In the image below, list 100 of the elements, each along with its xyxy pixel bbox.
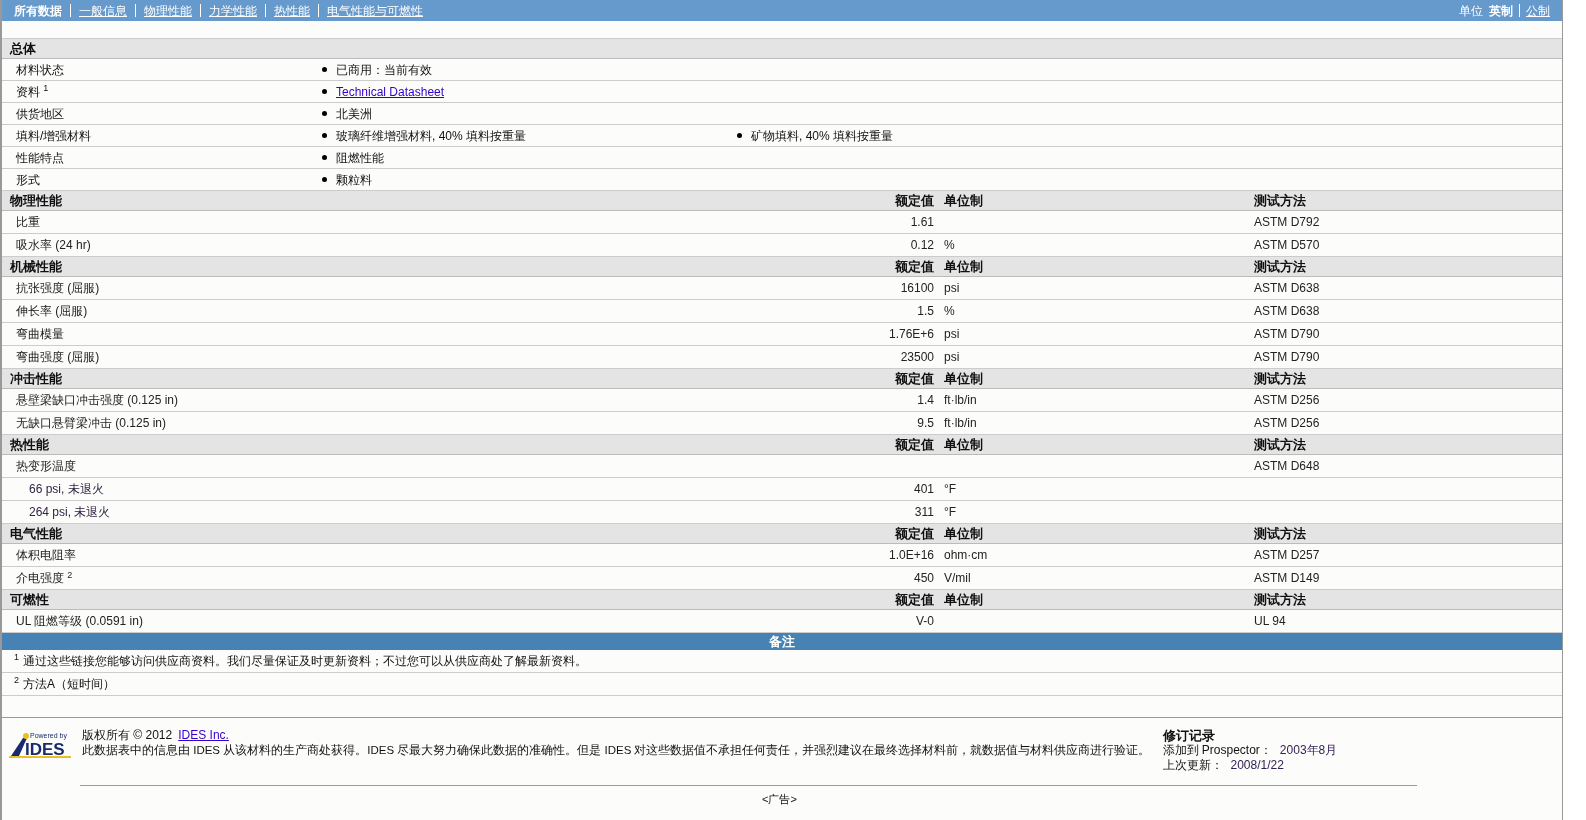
unit-text: psi <box>943 349 961 366</box>
property-value: 1.5 <box>916 303 935 320</box>
property-label: 悬壁梁缺口冲击强度 (0.125 in) <box>15 392 180 409</box>
section-title: 可燃性 <box>9 591 50 609</box>
bullet-icon <box>322 89 327 94</box>
property-value: 1.76E+6 <box>887 326 935 343</box>
bullet-icon <box>322 177 327 182</box>
test-method: ASTM D790 <box>1253 326 1321 343</box>
property-value: 450 <box>912 570 935 587</box>
property-value: 16100 <box>899 280 935 297</box>
unit-text: ft·lb/in <box>943 392 978 409</box>
column-header: 测试方法 <box>1253 192 1307 210</box>
column-header: 测试方法 <box>1253 591 1307 609</box>
section-title: 总体 <box>8 40 37 58</box>
property-label: 形式 <box>15 171 41 189</box>
bullet-icon <box>737 133 742 138</box>
column-header: 单位制 <box>943 258 984 276</box>
nav-tab[interactable]: 物理性能 <box>144 1 192 20</box>
property-label: 无缺口悬臂梁冲击 (0.125 in) <box>15 415 168 432</box>
property-label: 伸长率 (屈服) <box>15 303 89 320</box>
unit-text: % <box>943 237 956 254</box>
bullet-icon <box>322 111 327 116</box>
property-value: 311 <box>913 504 935 521</box>
test-method: ASTM D256 <box>1253 392 1321 409</box>
test-method: ASTM D638 <box>1253 303 1321 320</box>
test-method: ASTM D648 <box>1253 458 1321 475</box>
bullet-icon <box>322 67 327 72</box>
column-header: 额定值 <box>894 436 935 454</box>
column-header: 额定值 <box>894 192 935 210</box>
test-method: ASTM D792 <box>1253 214 1321 231</box>
property-label: 264 psi, 未退火 <box>28 504 112 521</box>
nav-tab[interactable]: 热性能 <box>274 1 310 20</box>
nav-tab[interactable]: 电气性能与可燃性 <box>327 1 423 20</box>
property-value: 1.0E+16 <box>887 547 935 564</box>
property-label: 比重 <box>15 214 41 231</box>
ad-label: <广告> <box>762 792 797 807</box>
property-label: 抗张强度 (屈服) <box>15 280 101 297</box>
column-header: 单位制 <box>943 525 984 543</box>
property-label: 性能特点 <box>15 149 65 167</box>
property-label: 介电强度 $^{2}$ <box>15 569 74 587</box>
test-method: ASTM D256 <box>1253 415 1321 432</box>
column-header: 单位制 <box>943 591 984 609</box>
column-header: 额定值 <box>894 591 935 609</box>
unit-option[interactable]: 公制 <box>1526 1 1550 20</box>
property-value: 1.4 <box>916 392 935 409</box>
units-label: 单位 <box>1459 2 1483 20</box>
column-header: 单位制 <box>943 436 984 454</box>
copyright-text: 版权所有 © 2012 <box>82 728 173 743</box>
unit-text: psi <box>943 280 961 297</box>
section-title: 冲击性能 <box>9 370 63 388</box>
column-header: 额定值 <box>894 258 935 276</box>
unit-text: V/mil <box>943 570 972 587</box>
test-method: UL 94 <box>1253 613 1287 630</box>
nav-tab[interactable]: 一般信息 <box>79 1 127 20</box>
added-label: 添加到 Prospector： <box>1162 743 1272 758</box>
section-title: 电气性能 <box>9 525 63 543</box>
property-value: 401 <box>912 481 935 498</box>
property-value: 0.12 <box>909 237 935 254</box>
footnote-mark: 2 <box>14 675 19 685</box>
updated-label: 上次更新： <box>1162 758 1223 773</box>
unit-text: °F <box>943 481 958 498</box>
notes-header: 备注 <box>2 633 1562 650</box>
datasheet-link[interactable]: Technical Datasheet <box>336 82 445 101</box>
section-title: 物理性能 <box>9 192 63 210</box>
unit-text: ohm·cm <box>943 547 989 564</box>
bullet-icon <box>322 133 327 138</box>
property-value: 矿物填料, 40% 填料按重量 <box>751 127 894 145</box>
unit-option[interactable]: 英制 <box>1489 1 1513 20</box>
unit-text: °F <box>943 504 958 521</box>
updated-date: 2008/1/22 <box>1230 758 1284 773</box>
property-value: 玻璃纤维增强材料, 40% 填料按重量 <box>336 127 527 145</box>
property-value: 北美洲 <box>336 105 372 123</box>
property-label: 体积电阻率 <box>15 547 77 564</box>
property-label: 吸水率 (24 hr) <box>15 237 92 254</box>
unit-text: % <box>943 303 956 320</box>
property-label: 热变形温度 <box>15 458 77 475</box>
property-value: 已商用：当前有效 <box>336 61 432 79</box>
column-header: 单位制 <box>943 370 984 388</box>
nav-tab[interactable]: 所有数据 <box>14 1 62 20</box>
property-value: V-0 <box>915 613 935 630</box>
property-value: 1.61 <box>909 214 935 231</box>
property-value: 9.5 <box>916 415 935 432</box>
footnote-mark: 1 <box>14 652 19 662</box>
column-header: 测试方法 <box>1253 258 1307 276</box>
property-label: 供货地区 <box>15 105 65 123</box>
property-value: 颗粒料 <box>336 171 372 189</box>
column-header: 测试方法 <box>1253 436 1307 454</box>
note-text: 方法A（短时间） <box>23 676 116 693</box>
property-label: 资料 $^{1}$ <box>15 82 50 101</box>
unit-text: psi <box>943 326 961 343</box>
disclaimer-text: 此数据表中的信息由 IDES 从该材料的生产商处获得。IDES 尽最大努力确保此数据的准确性。但是 IDES 对这些数据值不承担任何责任，并强烈建议在最终选择材料前，就数据值与材料供应商进行验证。 <box>82 743 1151 758</box>
test-method: ASTM D638 <box>1253 280 1321 297</box>
property-label: 填料/增强材料 <box>15 127 93 145</box>
property-label: 弯曲强度 (屈服) <box>15 349 101 366</box>
property-label: 材料状态 <box>15 61 65 79</box>
section-title: 机械性能 <box>8 258 63 276</box>
property-value: 23500 <box>899 349 935 366</box>
company-link[interactable]: IDES Inc. <box>178 728 229 743</box>
property-label: 弯曲模量 <box>15 326 65 343</box>
nav-tab[interactable]: 力学性能 <box>209 1 257 20</box>
